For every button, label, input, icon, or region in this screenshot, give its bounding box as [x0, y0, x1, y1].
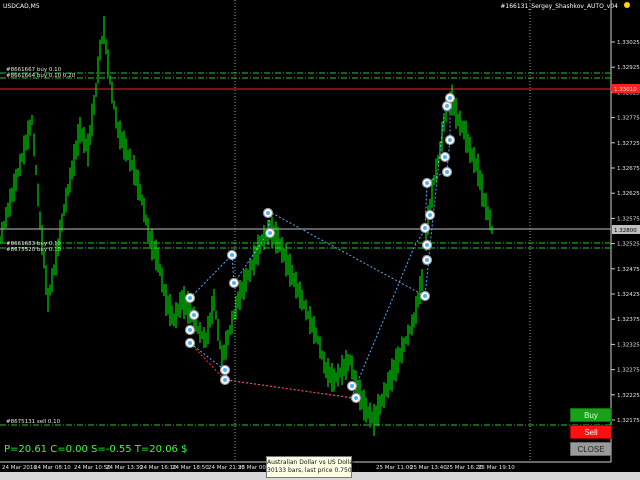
trade-marker-dot — [448, 96, 452, 100]
trade-marker-dot — [188, 328, 192, 332]
trade-marker-dot — [188, 341, 192, 345]
price-label: 1.33025 — [617, 40, 640, 46]
trade-marker-dot — [266, 211, 270, 215]
order-label: #8661664 buy 0.10 0.20 — [6, 73, 76, 79]
trade-marker-dot — [443, 155, 447, 159]
profit-stats: P=20.61 C=0.00 S=-0.55 T=20.06 $ — [4, 444, 188, 455]
time-label: 24 Mar 08:10 — [34, 465, 71, 471]
price-label: 1.32275 — [617, 368, 640, 374]
price-label: 1.32925 — [617, 65, 640, 71]
time-label: 25 Mar 19:10 — [478, 465, 515, 471]
trade-marker-dot — [445, 104, 449, 108]
expert-advisor-title: #166131_Sergey_Shashkov_AUTO_v04 — [500, 3, 618, 10]
trade-marker-dot — [192, 313, 196, 317]
order-label: #8675131 sell 0.10 — [6, 419, 61, 425]
time-label: 25 Mar 11:00 — [376, 465, 413, 471]
smiley-icon — [624, 2, 630, 8]
price-label: 1.32675 — [617, 166, 640, 172]
time-label: 24 Mar 18:50 — [172, 465, 209, 471]
bid-price-text: 1.32800 — [614, 228, 637, 234]
trade-marker-dot — [230, 253, 234, 257]
price-label: 1.32225 — [617, 393, 640, 399]
price-label: 1.32425 — [617, 292, 640, 298]
time-label: 24 Mar 13:30 — [106, 465, 143, 471]
price-label: 1.32625 — [617, 191, 640, 197]
trade-marker-dot — [223, 368, 227, 372]
price-label: 1.32775 — [617, 116, 640, 122]
trade-marker-dot — [188, 296, 192, 300]
time-axis: 24 Mar 201624 Mar 08:10 24 Mar 10:5024 Ma… — [2, 465, 515, 471]
tooltip-line1: Australian Dollar vs US Dollar — [267, 459, 356, 466]
price-label: 1.32725 — [617, 141, 640, 147]
trade-marker-dot — [425, 258, 429, 262]
trade-marker-dot — [350, 384, 354, 388]
price-label: 1.32325 — [617, 342, 640, 348]
candles — [0, 16, 493, 436]
price-chart[interactable]: #8661667 buy 0.10 #8661664 buy 0.10 0.20… — [0, 0, 640, 480]
trade-marker-dot — [425, 181, 429, 185]
trade-marker-dot — [445, 170, 449, 174]
trade-marker-dot — [223, 378, 227, 382]
time-label: 25 Mar 13:40 — [410, 465, 447, 471]
trade-marker-dot — [423, 294, 427, 298]
order-label: #8675520 buy 0.10 — [6, 247, 62, 253]
symbol-tooltip: Australian Dollar vs US Dollar 30133 bar… — [266, 456, 360, 478]
trade-marker-dot — [448, 138, 452, 142]
trade-marker-dot — [232, 281, 236, 285]
price-label: 1.32525 — [617, 242, 640, 248]
time-label: 24 Mar 2016 — [2, 465, 37, 471]
price-label: 1.32575 — [617, 216, 640, 222]
tooltip-line2: 30133 bars, last price 0.75011 — [267, 467, 360, 474]
buy-button[interactable]: Buy — [570, 408, 612, 422]
trade-marker-dot — [428, 213, 432, 217]
trade-marker-dot — [425, 243, 429, 247]
symbol-title: USDCAD,M5 — [3, 3, 40, 10]
trade-marker-dot — [268, 231, 272, 235]
current-price-text: 1.33010 — [614, 87, 637, 93]
trade-marker-dot — [354, 396, 358, 400]
price-label: 1.32475 — [617, 267, 640, 273]
price-label: 1.32175 — [617, 418, 640, 424]
price-label: 1.32375 — [617, 317, 640, 323]
close-button[interactable]: CLOSE — [570, 442, 612, 456]
trade-marker-dot — [423, 226, 427, 230]
sell-button[interactable]: Sell — [570, 425, 612, 439]
